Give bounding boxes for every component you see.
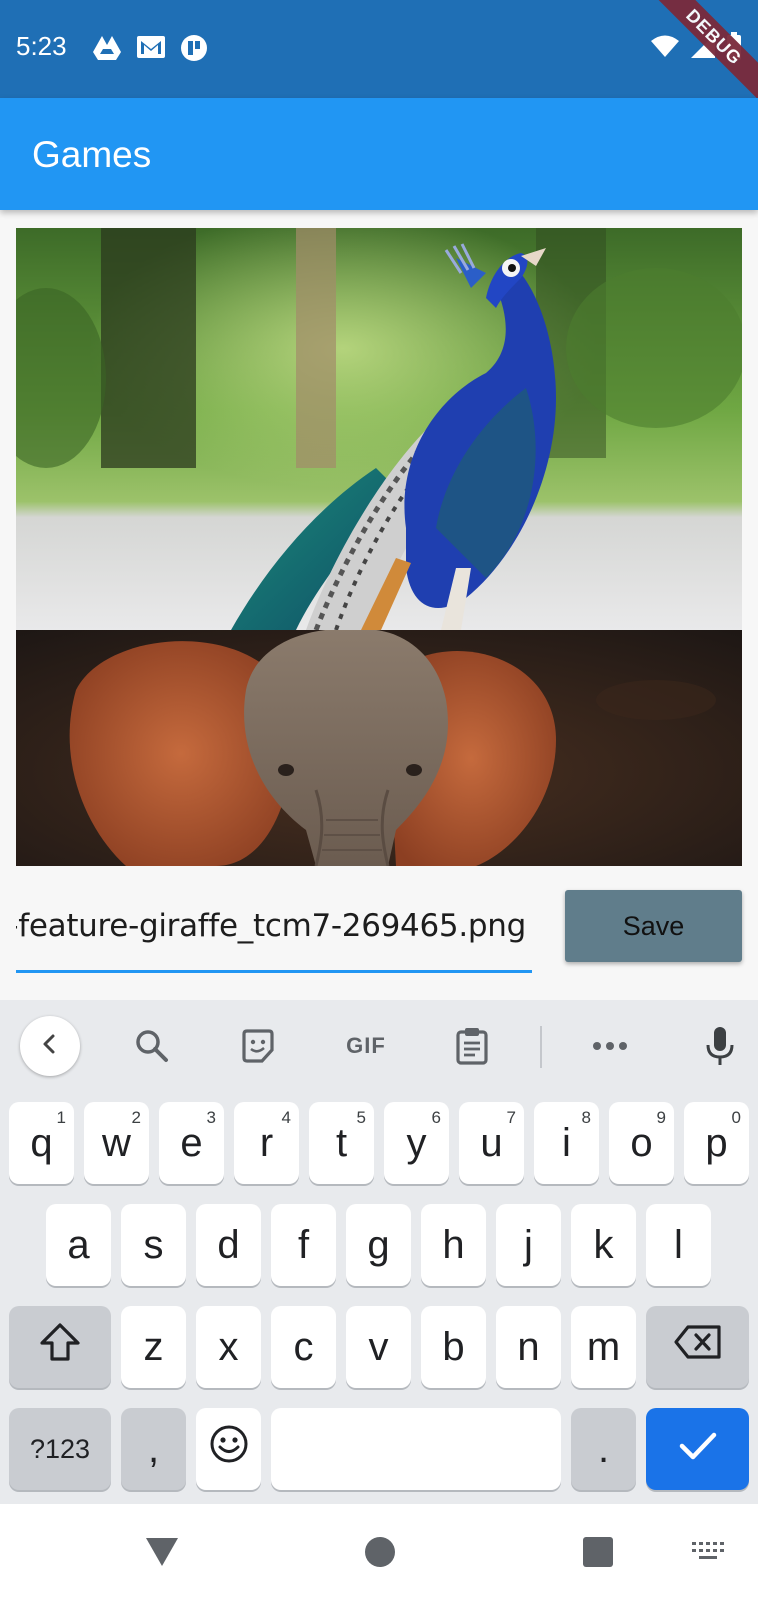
peacock-photo [16,228,742,630]
checkmark-icon [678,1427,718,1472]
keyboard-collapse-button[interactable] [20,1016,80,1076]
done-key[interactable] [646,1408,749,1490]
symbols-label: ?123 [29,1433,91,1464]
key-i[interactable]: i8 [534,1102,599,1184]
gif-label: GIF [346,1033,386,1058]
shift-icon [38,1322,82,1372]
key-y[interactable]: y6 [384,1102,449,1184]
key-u[interactable]: u7 [459,1102,524,1184]
key-l[interactable]: l [646,1204,711,1286]
key-x[interactable]: x [196,1306,261,1388]
key-hint: 3 [206,1108,216,1127]
home-icon[interactable] [360,1532,400,1572]
key-label: p [705,1120,728,1165]
image-list [16,228,742,866]
app-bar: Games [0,98,758,210]
system-nav-bar [0,1504,758,1600]
toolbar-divider [540,1026,542,1068]
key-hint: 1 [56,1108,66,1127]
input-underline [16,970,532,973]
key-k[interactable]: k [571,1204,636,1286]
key-j[interactable]: j [496,1204,561,1286]
key-label: i [562,1120,571,1165]
clipboard-icon[interactable] [452,1024,492,1068]
key-d[interactable]: d [196,1204,261,1286]
gmail-icon [136,34,166,62]
key-label: y [406,1120,427,1165]
more-options-icon[interactable] [590,1024,630,1068]
key-hint: 4 [281,1108,291,1127]
comma-key[interactable]: , [121,1408,186,1490]
wifi-icon [650,34,680,58]
period-key[interactable]: . [571,1408,636,1490]
key-g[interactable]: g [346,1204,411,1286]
status-time: 5:23 [16,31,67,61]
key-label: u [480,1120,503,1165]
key-m[interactable]: m [571,1306,636,1388]
key-a[interactable]: a [46,1204,111,1286]
key-h[interactable]: h [421,1204,486,1286]
key-hint: 2 [131,1108,141,1127]
key-n[interactable]: n [496,1306,561,1388]
key-v[interactable]: v [346,1306,411,1388]
elephant-photo [16,630,742,866]
key-hint: 0 [731,1108,741,1127]
search-icon[interactable] [130,1024,174,1068]
key-w[interactable]: w2 [84,1102,149,1184]
space-key[interactable] [271,1408,561,1490]
save-button[interactable]: Save [565,890,742,962]
backspace-key[interactable] [646,1306,749,1388]
key-r[interactable]: r4 [234,1102,299,1184]
back-icon[interactable] [142,1532,182,1572]
page-title: Games [32,134,152,175]
key-c[interactable]: c [271,1306,336,1388]
key-hint: 5 [356,1108,366,1127]
filename-input-value: )3-feature-giraffe_tcm7-269465.png [16,908,526,944]
key-label: q [30,1120,53,1165]
key-e[interactable]: e3 [159,1102,224,1184]
keyboard-toolbar: GIF [0,1000,758,1090]
key-hint: 8 [581,1108,591,1127]
filename-input[interactable]: )3-feature-giraffe_tcm7-269465.png [16,886,532,976]
emoji-icon [209,1424,249,1474]
app-notification-icon [180,34,208,62]
drive-icon [92,34,122,62]
status-notification-icons [92,34,208,62]
key-label: e [180,1120,203,1165]
symbols-key[interactable]: ?123 [9,1408,111,1490]
chevron-left-icon [38,1032,62,1061]
key-label: w [102,1120,131,1165]
key-label: t [335,1120,348,1165]
key-hint: 9 [656,1108,666,1127]
sticker-icon[interactable] [236,1024,280,1068]
backspace-icon [673,1324,723,1370]
status-bar: 5:23 DEBUG [0,0,758,103]
shift-key[interactable] [9,1306,111,1388]
key-hint: 6 [431,1108,441,1127]
key-label: r [259,1120,274,1165]
gif-button[interactable]: GIF [336,1024,396,1068]
key-q[interactable]: q1 [9,1102,74,1184]
key-p[interactable]: p0 [684,1102,749,1184]
recents-icon[interactable] [578,1532,618,1572]
keyboard-switch-icon[interactable] [688,1534,728,1570]
key-f[interactable]: f [271,1204,336,1286]
period-label: . [597,1426,610,1471]
key-b[interactable]: b [421,1306,486,1388]
soft-keyboard: GIF q1 w2 e3 r4 t5 y6 u7 i8 o9 p0 a s d … [0,1000,758,1504]
key-t[interactable]: t5 [309,1102,374,1184]
comma-label: , [147,1426,160,1471]
key-hint: 7 [506,1108,516,1127]
emoji-key[interactable] [196,1408,261,1490]
microphone-icon[interactable] [700,1024,740,1068]
key-s[interactable]: s [121,1204,186,1286]
key-z[interactable]: z [121,1306,186,1388]
key-o[interactable]: o9 [609,1102,674,1184]
filename-input-row: )3-feature-giraffe_tcm7-269465.png Save [16,886,742,976]
key-label: o [630,1120,653,1165]
